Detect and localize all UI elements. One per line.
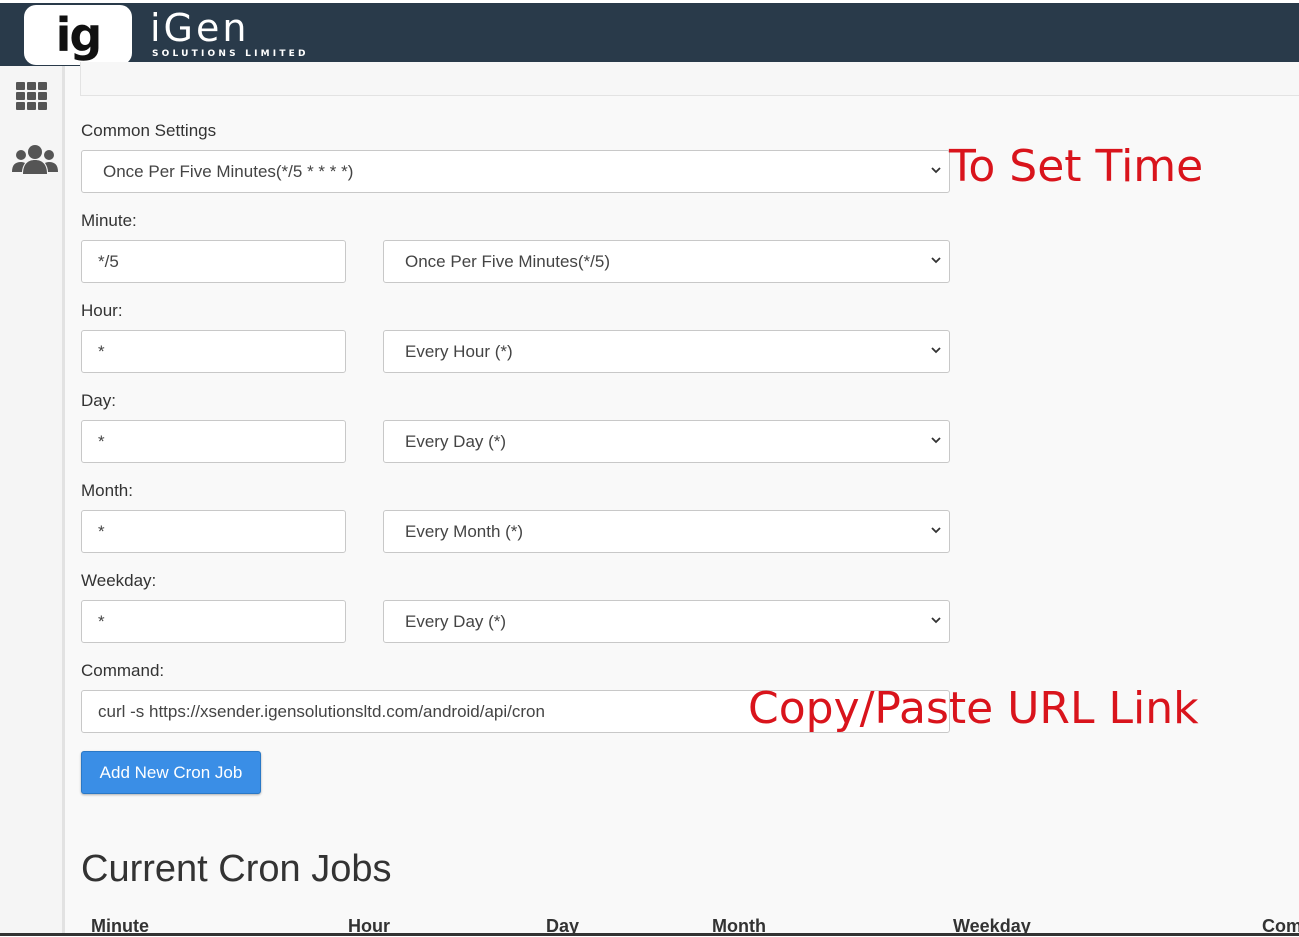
weekday-select-value: Every Day (*) <box>405 612 507 631</box>
annotation-set-time: To Set Time <box>949 141 1204 192</box>
month-label: Month: <box>81 481 133 500</box>
chevron-down-icon <box>931 167 941 174</box>
common-settings-select[interactable]: Once Per Five Minutes(*/5 * * * *) <box>81 150 950 193</box>
common-settings-label: Common Settings <box>81 121 217 140</box>
sidebar <box>0 66 65 936</box>
hour-label: Hour: <box>81 301 123 320</box>
weekday-select[interactable]: Every Day (*) <box>383 600 950 643</box>
hour-select-value: Every Hour (*) <box>405 342 513 361</box>
current-cron-jobs-title: Current Cron Jobs <box>81 848 392 890</box>
users-icon[interactable] <box>12 142 58 183</box>
minute-input[interactable]: */5 <box>81 240 346 283</box>
chevron-down-icon <box>931 437 941 444</box>
weekday-label: Weekday: <box>81 571 157 590</box>
chevron-down-icon <box>931 617 941 624</box>
logo-tagline: SOLUTIONS LIMITED <box>152 49 309 59</box>
grid-icon[interactable] <box>12 80 52 119</box>
day-input[interactable]: * <box>81 420 346 463</box>
month-select[interactable]: Every Month (*) <box>383 510 950 553</box>
chevron-down-icon <box>931 527 941 534</box>
month-input[interactable]: * <box>81 510 346 553</box>
weekday-input[interactable]: * <box>81 600 346 643</box>
minute-label: Minute: <box>81 211 137 230</box>
hour-select[interactable]: Every Hour (*) <box>383 330 950 373</box>
main-content: Common Settings Once Per Five Minutes(*/… <box>65 62 1299 936</box>
minute-select-value: Once Per Five Minutes(*/5) <box>405 252 611 271</box>
annotation-copy-url: Copy/Paste URL Link <box>748 683 1199 734</box>
logo-wordmark: iGen <box>150 6 250 50</box>
day-label: Day: <box>81 391 116 410</box>
logo-badge-text: ig <box>55 8 103 62</box>
chevron-down-icon <box>931 257 941 264</box>
hour-input[interactable]: * <box>81 330 346 373</box>
minute-select[interactable]: Once Per Five Minutes(*/5) <box>383 240 950 283</box>
common-settings-value: Once Per Five Minutes(*/5 * * * *) <box>103 162 354 181</box>
top-bar: ig iGen SOLUTIONS LIMITED <box>0 3 1299 66</box>
day-select-value: Every Day (*) <box>405 432 507 451</box>
add-cron-job-button[interactable]: Add New Cron Job <box>81 751 261 794</box>
month-select-value: Every Month (*) <box>405 522 524 541</box>
info-panel <box>80 62 1299 96</box>
day-select[interactable]: Every Day (*) <box>383 420 950 463</box>
logo-badge[interactable]: ig <box>24 5 132 65</box>
chevron-down-icon <box>931 347 941 354</box>
command-label: Command: <box>81 661 165 680</box>
